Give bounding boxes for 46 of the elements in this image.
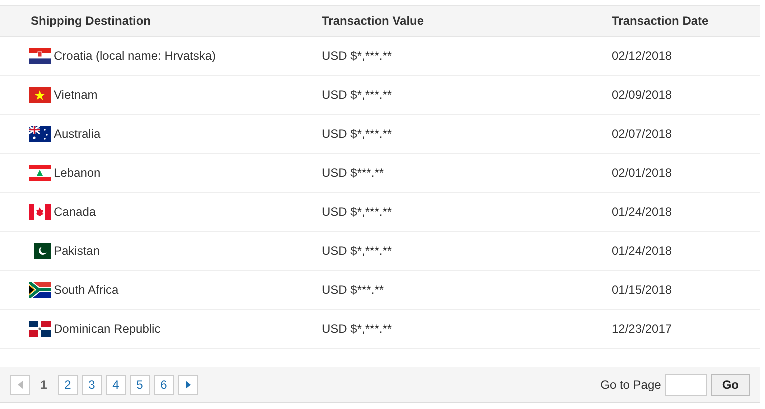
column-header: Shipping Destination bbox=[30, 13, 152, 30]
table-cell-text: Canada bbox=[54, 204, 96, 221]
flag-icon bbox=[29, 282, 51, 298]
flag-icon bbox=[29, 87, 51, 103]
flag-icon bbox=[29, 204, 51, 220]
table-cell-text: USD $***.** bbox=[321, 282, 386, 299]
table-cell-text: South Africa bbox=[54, 282, 119, 299]
flag-icon bbox=[29, 321, 51, 337]
go-button[interactable]: Go bbox=[711, 374, 750, 396]
table-cell-text: USD $*,***.** bbox=[321, 87, 394, 104]
table-cell-text: Lebanon bbox=[54, 165, 101, 182]
table-cell-text: USD $*,***.** bbox=[321, 126, 394, 143]
column-header: Transaction Value bbox=[321, 13, 426, 30]
table-cell-text: 02/09/2018 bbox=[611, 87, 674, 104]
go-to-page-label: Go to Page bbox=[600, 376, 662, 394]
table-cell-text: Croatia (local name: Hrvatska) bbox=[54, 48, 216, 65]
table-cell-text: USD $*,***.** bbox=[321, 243, 394, 260]
column-header: Transaction Date bbox=[611, 13, 710, 30]
table-cell-text: Dominican Republic bbox=[54, 321, 161, 338]
page-button[interactable]: 5 bbox=[130, 374, 150, 394]
page-button[interactable]: 3 bbox=[82, 374, 102, 394]
table-cell-text: 01/15/2018 bbox=[611, 282, 674, 299]
page-button[interactable]: 4 bbox=[106, 374, 126, 394]
table-cell-text: Vietnam bbox=[54, 87, 98, 104]
table-cell-text: USD $***.** bbox=[321, 165, 386, 182]
table-cell-text: 01/24/2018 bbox=[611, 204, 674, 221]
right-triangle-icon bbox=[186, 380, 190, 388]
next-page-button[interactable] bbox=[178, 374, 198, 394]
table-cell-text: USD $*,***.** bbox=[321, 321, 394, 338]
left-triangle-icon bbox=[18, 380, 22, 388]
flag-icon bbox=[29, 48, 51, 64]
table-cell-text: 12/23/2017 bbox=[611, 321, 674, 338]
table-cell-text: USD $*,***.** bbox=[321, 204, 394, 221]
page-number-field[interactable] bbox=[665, 374, 708, 396]
table-cell-text: USD $*,***.** bbox=[321, 48, 394, 65]
page-button[interactable]: 1 bbox=[34, 374, 54, 394]
table-cell-text: 02/12/2018 bbox=[611, 48, 674, 65]
page-button[interactable]: 6 bbox=[154, 374, 174, 394]
flag-icon bbox=[29, 165, 51, 181]
page-button[interactable]: 2 bbox=[58, 374, 78, 394]
table-cell-text: 01/24/2018 bbox=[611, 243, 674, 260]
flag-icon bbox=[29, 126, 51, 142]
table-cell-text: 02/07/2018 bbox=[611, 126, 674, 143]
table-cell-text: Australia bbox=[54, 126, 101, 143]
table-cell-text: 02/01/2018 bbox=[611, 165, 674, 182]
table-cell-text: Pakistan bbox=[54, 243, 100, 260]
